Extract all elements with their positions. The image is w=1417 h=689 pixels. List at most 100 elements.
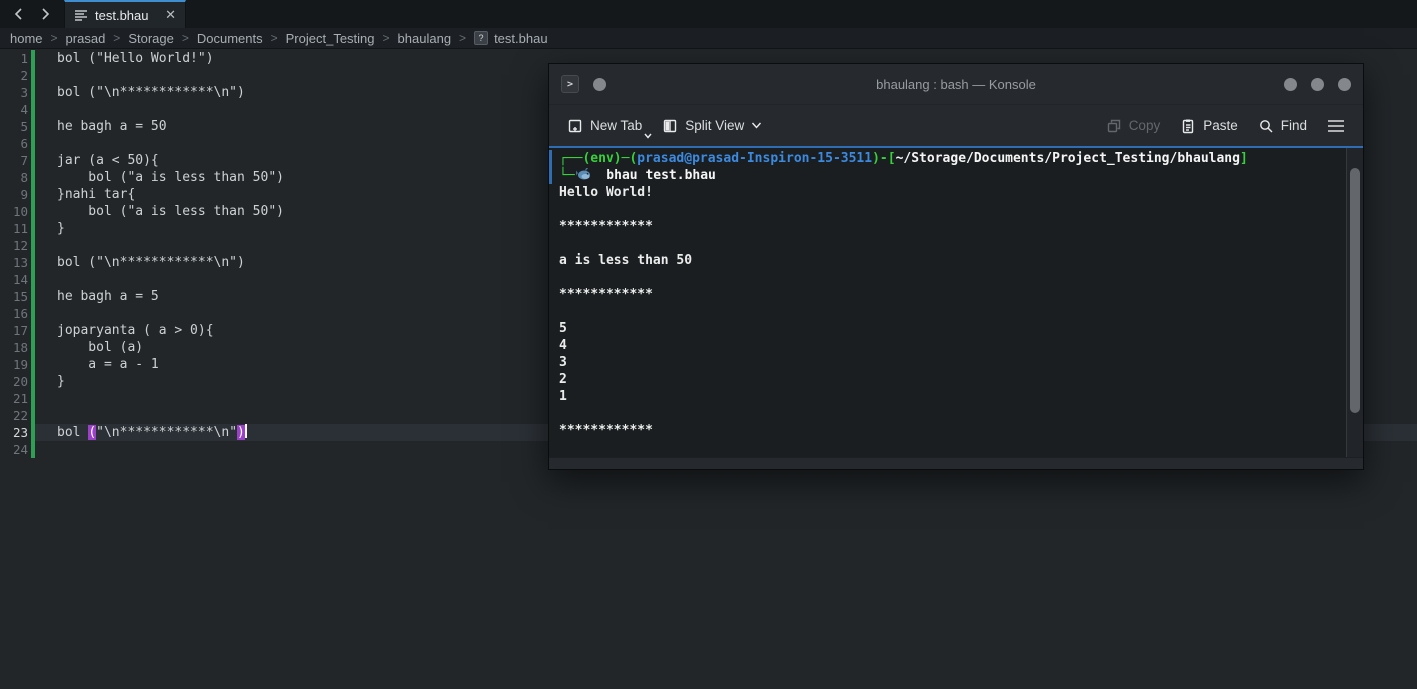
terminal-line: [555, 303, 1346, 320]
terminal-screen-lines: ┌──(env)─(prasad@prasad-Inspiron-15-3511…: [555, 150, 1346, 439]
terminal-screen[interactable]: ┌──(env)─(prasad@prasad-Inspiron-15-3511…: [549, 148, 1346, 457]
breadcrumb-item-storage[interactable]: Storage: [128, 31, 174, 46]
find-icon: [1258, 118, 1274, 134]
minimize-button[interactable]: [1284, 78, 1297, 91]
split-view-icon: [662, 118, 678, 134]
terminal-line: [555, 235, 1346, 252]
command-indicator-bar: [549, 150, 552, 184]
breadcrumb-item-project_testing[interactable]: Project_Testing: [286, 31, 375, 46]
breadcrumb-item-home[interactable]: home: [10, 31, 43, 46]
new-tab-button[interactable]: New Tab: [559, 112, 650, 140]
line-number: 3: [0, 84, 28, 101]
breadcrumb-label: Storage: [128, 31, 174, 46]
terminal-line: 3: [555, 354, 1346, 371]
breadcrumb-label: bhaulang: [398, 31, 452, 46]
scrollbar-thumb[interactable]: [1350, 168, 1360, 413]
document-lines-icon: [74, 9, 88, 21]
line-number: 8: [0, 169, 28, 186]
line-number: 22: [0, 407, 28, 424]
breadcrumb-separator: >: [271, 31, 278, 45]
unknown-filetype-icon: ?: [474, 31, 488, 45]
konsole-toolbar: New Tab Split View Copy Paste Find: [549, 104, 1363, 146]
breadcrumb-label: Project_Testing: [286, 31, 375, 46]
line-number: 20: [0, 373, 28, 390]
terminal-line: └─ bhau test.bhau: [555, 167, 1346, 184]
breadcrumb-label: home: [10, 31, 43, 46]
breadcrumb-label: prasad: [66, 31, 106, 46]
terminal-line: [555, 269, 1346, 286]
terminal-line: 5: [555, 320, 1346, 337]
breadcrumb-separator: >: [459, 31, 466, 45]
line-number: 4: [0, 101, 28, 118]
line-number: 14: [0, 271, 28, 288]
window-title: bhaulang : bash — Konsole: [549, 77, 1363, 92]
tab-close-icon[interactable]: ✕: [165, 9, 176, 22]
close-button[interactable]: [1338, 78, 1351, 91]
titlebar-pin-button[interactable]: [593, 78, 606, 91]
window-titlebar[interactable]: > bhaulang : bash — Konsole: [549, 64, 1363, 104]
breadcrumb-item-documents[interactable]: Documents: [197, 31, 263, 46]
breadcrumb: home > prasad > Storage > Documents > Project_Te…: [0, 28, 1417, 49]
terminal-line: [555, 201, 1346, 218]
line-number: 21: [0, 390, 28, 407]
terminal-line: 2: [555, 371, 1346, 388]
menu-button[interactable]: [1319, 113, 1353, 139]
line-number: 15: [0, 288, 28, 305]
find-button[interactable]: Find: [1250, 112, 1315, 140]
tab-bar: test.bhau ✕: [0, 0, 1417, 28]
new-tab-label: New Tab: [590, 118, 642, 133]
terminal-line: a is less than 50: [555, 252, 1346, 269]
breadcrumb-label: Documents: [197, 31, 263, 46]
copy-button[interactable]: Copy: [1098, 112, 1169, 140]
breadcrumb-separator: >: [51, 31, 58, 45]
tab-test-bhau[interactable]: test.bhau ✕: [64, 0, 186, 28]
tab-title: test.bhau: [95, 8, 149, 23]
back-button[interactable]: [6, 0, 32, 28]
screen: test.bhau ✕ home > prasad > Storage > Document…: [0, 0, 1417, 689]
maximize-button[interactable]: [1311, 78, 1324, 91]
terminal-line: Hello World!: [555, 184, 1346, 201]
paste-button[interactable]: Paste: [1172, 112, 1246, 140]
line-number: 2: [0, 67, 28, 84]
paste-label: Paste: [1203, 118, 1238, 133]
line-number: 7: [0, 152, 28, 169]
terminal-line: ************: [555, 286, 1346, 303]
current-line-number: 23: [0, 424, 28, 441]
line-number: 6: [0, 135, 28, 152]
breadcrumb-item-test.bhau[interactable]: ? test.bhau: [474, 31, 548, 46]
line-number: 11: [0, 220, 28, 237]
line-number: 18: [0, 339, 28, 356]
breadcrumb-item-bhaulang[interactable]: bhaulang: [398, 31, 452, 46]
breadcrumb-separator: >: [113, 31, 120, 45]
text-cursor: [245, 424, 247, 438]
terminal-line: ************: [555, 422, 1346, 439]
line-number: 19: [0, 356, 28, 373]
breadcrumb-label: test.bhau: [494, 31, 548, 46]
forward-chevron-icon: [38, 7, 52, 21]
line-number: 9: [0, 186, 28, 203]
window-bottom-frame: [549, 457, 1363, 469]
chevron-down-icon: [644, 133, 652, 139]
forward-button[interactable]: [32, 0, 58, 28]
terminal-line: ┌──(env)─(prasad@prasad-Inspiron-15-3511…: [555, 150, 1346, 167]
hamburger-menu-icon: [1327, 119, 1345, 133]
terminal-line: 1: [555, 388, 1346, 405]
chevron-down-icon: [751, 122, 762, 129]
line-number: 13: [0, 254, 28, 271]
breadcrumb-item-prasad[interactable]: prasad: [66, 31, 106, 46]
line-number: 5: [0, 118, 28, 135]
line-number: 10: [0, 203, 28, 220]
line-number: 24: [0, 441, 28, 458]
terminal-line: 4: [555, 337, 1346, 354]
split-view-button[interactable]: Split View: [654, 112, 770, 140]
line-number: 1: [0, 50, 28, 67]
line-number: 16: [0, 305, 28, 322]
terminal-scrollbar[interactable]: [1346, 148, 1363, 457]
whale-emoji-icon: [575, 167, 591, 181]
konsole-window: > bhaulang : bash — Konsole New Tab Spli…: [548, 63, 1364, 470]
copy-icon: [1106, 118, 1122, 134]
split-view-label: Split View: [685, 118, 744, 133]
new-tab-icon: [567, 118, 583, 134]
terminal-line: [555, 405, 1346, 422]
line-number: 12: [0, 237, 28, 254]
